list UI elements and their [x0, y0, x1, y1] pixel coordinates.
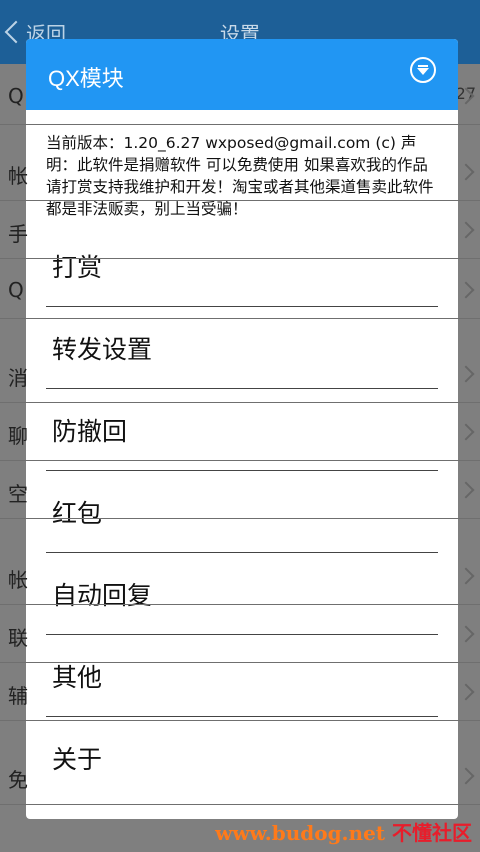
- background-row-divider: [0, 720, 480, 721]
- chevron-right-icon: [457, 163, 475, 181]
- chevron-right-icon: [457, 767, 475, 785]
- menu-item-label: 关于: [52, 745, 103, 774]
- download-icon[interactable]: [410, 57, 436, 83]
- qx-module-dialog: QX模块 当前版本：1.20_6.27 wxposed@gmail.com (c…: [26, 39, 458, 819]
- background-row-label: Q: [8, 278, 24, 302]
- chevron-right-icon: [457, 281, 475, 299]
- menu-item-red-packet[interactable]: 红包: [46, 471, 438, 553]
- watermark-url: www.budog.net: [215, 821, 386, 845]
- dialog-menu: 打赏 转发设置 防撤回 红包 自动回复 其他 关于: [46, 225, 438, 799]
- background-row-divider: [0, 804, 480, 805]
- chevron-right-icon: [457, 567, 475, 585]
- background-row-label: 免: [8, 768, 28, 792]
- version-info-text: 当前版本：1.20_6.27 wxposed@gmail.com (c) 声明：…: [46, 134, 434, 218]
- chevron-right-icon: [457, 481, 475, 499]
- dialog-title: QX模块: [48, 66, 124, 91]
- menu-item-label: 防撤回: [52, 416, 128, 446]
- background-row-divider: [0, 200, 480, 201]
- background-row-divider: [0, 402, 480, 403]
- chevron-right-icon: [457, 221, 475, 239]
- chevron-right-icon: [457, 683, 475, 701]
- background-row-divider: [0, 662, 480, 663]
- background-row-label: 帐: [8, 164, 28, 188]
- background-row-label: 聊: [8, 424, 28, 448]
- background-row-divider: [0, 460, 480, 461]
- menu-item-label: 红包: [52, 498, 103, 528]
- menu-item-forward-settings[interactable]: 转发设置: [46, 307, 438, 389]
- chevron-right-icon: [457, 365, 475, 383]
- download-icon-arrow: [417, 68, 429, 75]
- menu-item-label: 自动回复: [52, 580, 153, 610]
- menu-item-auto-reply[interactable]: 自动回复: [46, 553, 438, 635]
- background-row-divider: [0, 518, 480, 519]
- background-row-label: 手: [8, 222, 28, 246]
- menu-item-label: 转发设置: [52, 334, 153, 364]
- background-row-label: 空: [8, 482, 28, 506]
- dialog-header: QX模块: [26, 39, 458, 110]
- menu-item-label: 打赏: [52, 252, 103, 282]
- chevron-right-icon: [457, 423, 475, 441]
- background-row-divider: [0, 124, 480, 125]
- watermark: www.budog.net 不懂社区: [215, 817, 472, 846]
- background-row-divider: [0, 604, 480, 605]
- background-row-label: 帐: [8, 568, 28, 592]
- background-row-label: Q: [8, 84, 24, 108]
- watermark-site-name: 不懂社区: [392, 821, 472, 845]
- menu-item-about[interactable]: 关于: [46, 717, 438, 799]
- background-row-divider: [0, 318, 480, 319]
- background-row-label: 消: [8, 366, 28, 390]
- menu-item-other[interactable]: 其他: [46, 635, 438, 717]
- chevron-right-icon: [457, 625, 475, 643]
- background-row-label: 辅: [8, 684, 28, 708]
- background-row-label: 联: [8, 626, 28, 650]
- menu-item-donate[interactable]: 打赏: [46, 225, 438, 307]
- download-icon-bar: [418, 65, 428, 67]
- background-row-divider: [0, 258, 480, 259]
